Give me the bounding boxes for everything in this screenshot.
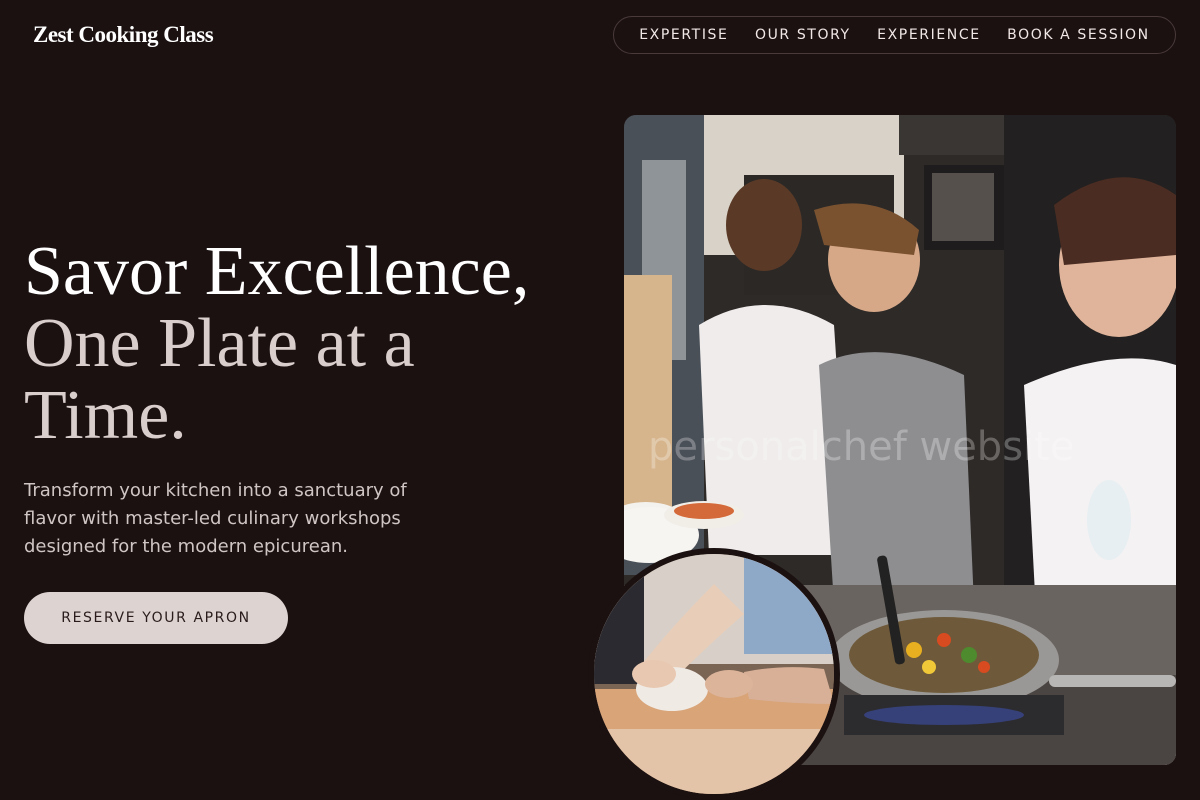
hero-subtext: Transform your kitchen into a sanctuary … bbox=[24, 480, 407, 557]
hero-headline: Savor Excellence, One Plate at a Time. bbox=[24, 236, 584, 452]
nav-link-experience[interactable]: EXPERIENCE bbox=[877, 27, 981, 43]
headline-line-2: One Plate at a Time. bbox=[24, 305, 415, 454]
site-logo[interactable]: Zest Cooking Class bbox=[33, 22, 214, 48]
nav-link-expertise[interactable]: EXPERTISE bbox=[639, 27, 728, 43]
reserve-apron-button[interactable]: RESERVE YOUR APRON bbox=[24, 592, 288, 644]
dough-kneading-photo bbox=[588, 548, 840, 800]
headline-line-1: Savor Excellence, bbox=[24, 233, 530, 310]
nav-link-our-story[interactable]: OUR STORY bbox=[755, 27, 851, 43]
nav-link-book-session[interactable]: BOOK A SESSION bbox=[1007, 27, 1150, 43]
main-nav: EXPERTISE OUR STORY EXPERIENCE BOOK A SE… bbox=[613, 16, 1176, 54]
